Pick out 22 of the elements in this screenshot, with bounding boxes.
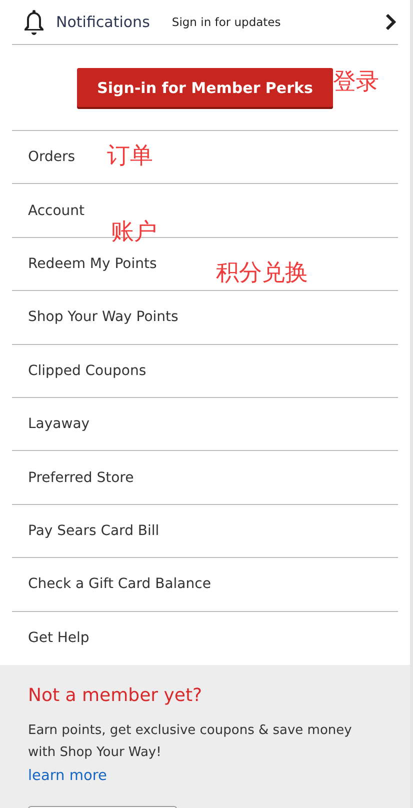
menu-item[interactable]: Account [28,202,85,219]
menu-item[interactable]: Pay Sears Card Bill [28,522,160,539]
notifications-title: Notifications [56,13,150,31]
notifications-subtitle: Sign in for updates [172,15,282,29]
promo-text: Earn points, get exclusive coupons & save money with Shop Your Way! [28,722,353,762]
menu-item[interactable]: Clipped Coupons [28,362,146,379]
menu-item[interactable]: Redeem My Points [28,256,157,272]
menu-item[interactable]: Get Help [28,630,90,646]
menu-item[interactable]: Orders [28,149,76,166]
annotation-text: 登录 [333,68,379,97]
menu-item[interactable]: Check a Gift Card Balance [28,576,211,592]
menu-item[interactable]: Layaway [28,416,90,432]
menu-item[interactable]: Shop Your Way Points [28,309,178,326]
bell-icon [22,8,46,36]
annotation-text: 账户 [111,218,157,247]
menu-item[interactable]: Preferred Store [28,470,134,486]
sign-in-button[interactable]: Sign-in for Member Perks [77,68,333,107]
annotation-text: 订单 [107,142,153,171]
chevron-right-icon[interactable] [385,13,397,31]
learn-more-link[interactable]: learn more [28,768,107,784]
annotation-text: 积分兑换 [216,259,308,288]
promo-title: Not a member yet? [28,684,204,706]
